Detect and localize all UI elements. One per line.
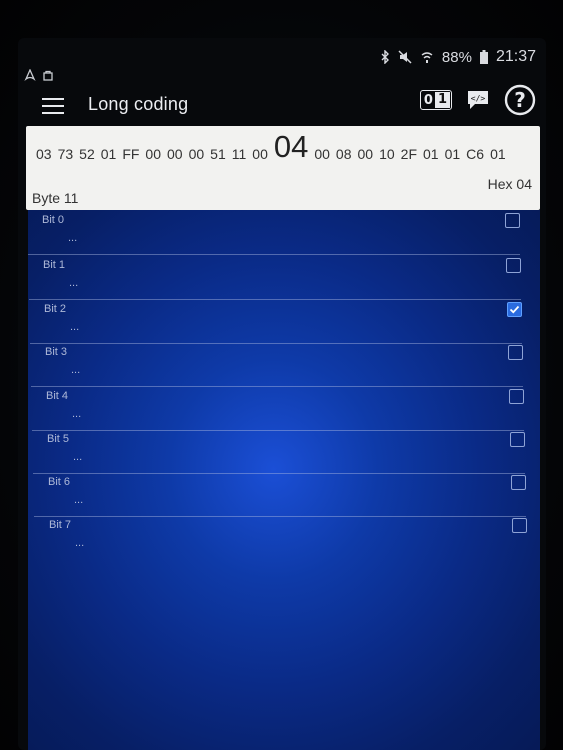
hex-byte[interactable]: 11: [232, 146, 247, 166]
bit-label: Bit 7: [49, 519, 72, 531]
battery-icon: [479, 50, 488, 64]
bit-checkbox[interactable]: [508, 345, 523, 360]
bit-row[interactable]: Bit 1...: [29, 255, 521, 300]
bit-description: ...: [68, 232, 78, 244]
bit-checkbox[interactable]: [506, 258, 521, 273]
bit-label: Bit 5: [47, 433, 70, 445]
status-bar: 88% 21:37: [18, 38, 546, 82]
bit-label: Bit 0: [42, 214, 65, 226]
hex-byte[interactable]: 01: [490, 146, 506, 166]
bit-label: Bit 6: [48, 476, 71, 488]
hex-byte[interactable]: 01: [423, 146, 439, 166]
byte-index-label: Byte 11: [32, 190, 79, 206]
bit-description: ...: [73, 451, 83, 463]
mute-icon: [398, 50, 412, 64]
bit-description: ...: [75, 537, 85, 549]
bit-checkbox[interactable]: [505, 213, 520, 228]
hex-byte[interactable]: 00: [189, 146, 205, 166]
hex-byte[interactable]: 01: [445, 146, 461, 166]
clock: 21:37: [495, 48, 536, 65]
selected-hex-byte[interactable]: 04: [274, 131, 308, 162]
hex-byte[interactable]: 03: [36, 146, 52, 166]
bit-row[interactable]: Bit 2...: [30, 299, 522, 344]
hex-byte[interactable]: 2F: [401, 146, 417, 166]
svg-text:</>: </>: [471, 94, 486, 103]
checkmark-icon: [509, 305, 520, 314]
bit-checkbox[interactable]: [512, 518, 527, 533]
hex-byte[interactable]: 00: [167, 146, 183, 166]
bit-description: ...: [70, 321, 80, 333]
help-button[interactable]: ?: [504, 84, 536, 116]
bit-checkbox[interactable]: [507, 302, 522, 317]
binary-view-button[interactable]: 01: [419, 90, 452, 110]
hex-bytes-row: 03 73 52 01 FF 00 00 00 51 11 00 04 00 08 00 10 2F 01 01 C6…: [36, 131, 536, 166]
binary-icon: 01: [419, 90, 452, 110]
hex-byte[interactable]: 08: [336, 146, 352, 166]
menu-icon: [42, 98, 64, 100]
battery-percent: 88%: [441, 48, 472, 66]
app-bar: Long coding 01 </> ?: [18, 82, 546, 130]
bit-checkbox[interactable]: [510, 432, 525, 447]
bit-label: Bit 3: [45, 346, 68, 358]
bit-list: Bit 0... Bit 1... Bit 2... Bit 3... Bit 4...…: [28, 210, 540, 750]
hex-byte[interactable]: 01: [101, 146, 117, 166]
bluetooth-icon: [380, 50, 390, 64]
hex-byte[interactable]: C6: [466, 146, 484, 166]
code-view-button[interactable]: </>: [466, 89, 490, 111]
hex-byte[interactable]: 00: [314, 146, 330, 166]
code-bubble-icon: </>: [468, 91, 488, 109]
bit-row[interactable]: Bit 7...: [35, 515, 527, 559]
hex-byte[interactable]: 51: [210, 146, 226, 166]
hex-value-label: Hex 04: [487, 176, 532, 192]
bit-label: Bit 4: [46, 390, 69, 402]
help-icon: ?: [504, 84, 536, 116]
svg-text:?: ?: [514, 88, 526, 112]
hex-byte[interactable]: FF: [122, 146, 139, 166]
bit-row[interactable]: Bit 0...: [28, 210, 520, 255]
bit-row[interactable]: Bit 6...: [34, 472, 526, 517]
device-screen: 88% 21:37 Long coding 01 </> ? 03 73 52 …: [18, 38, 546, 750]
hex-byte-strip: 03 73 52 01 FF 00 00 00 51 11 00 04 00 08 00 10 2F 01 01 C6…: [26, 126, 540, 210]
bit-checkbox[interactable]: [509, 389, 524, 404]
hex-byte[interactable]: 00: [252, 146, 268, 166]
bit-description: ...: [69, 277, 79, 289]
app-bar-actions: 01 </> ?: [419, 84, 536, 116]
bit-label: Bit 1: [43, 259, 66, 271]
bit-description: ...: [74, 494, 84, 506]
bit-label: Bit 2: [44, 303, 67, 315]
page-title: Long coding: [88, 94, 189, 114]
hex-byte[interactable]: 52: [79, 146, 95, 166]
wifi-icon: [420, 50, 434, 64]
bit-row[interactable]: Bit 5...: [33, 429, 525, 474]
bit-row[interactable]: Bit 4...: [32, 386, 524, 431]
bit-checkbox[interactable]: [511, 475, 526, 490]
menu-button[interactable]: [42, 98, 64, 116]
hex-byte[interactable]: 00: [145, 146, 161, 166]
status-indicators: 88% 21:37: [380, 48, 536, 66]
bit-description: ...: [71, 364, 81, 376]
photo-frame: 88% 21:37 Long coding 01 </> ? 03 73 52 …: [0, 0, 563, 750]
hex-byte[interactable]: 10: [379, 146, 395, 166]
hex-byte[interactable]: 00: [358, 146, 374, 166]
bit-description: ...: [72, 408, 82, 420]
hex-byte[interactable]: 73: [58, 146, 74, 166]
bit-row[interactable]: Bit 3...: [31, 342, 523, 387]
